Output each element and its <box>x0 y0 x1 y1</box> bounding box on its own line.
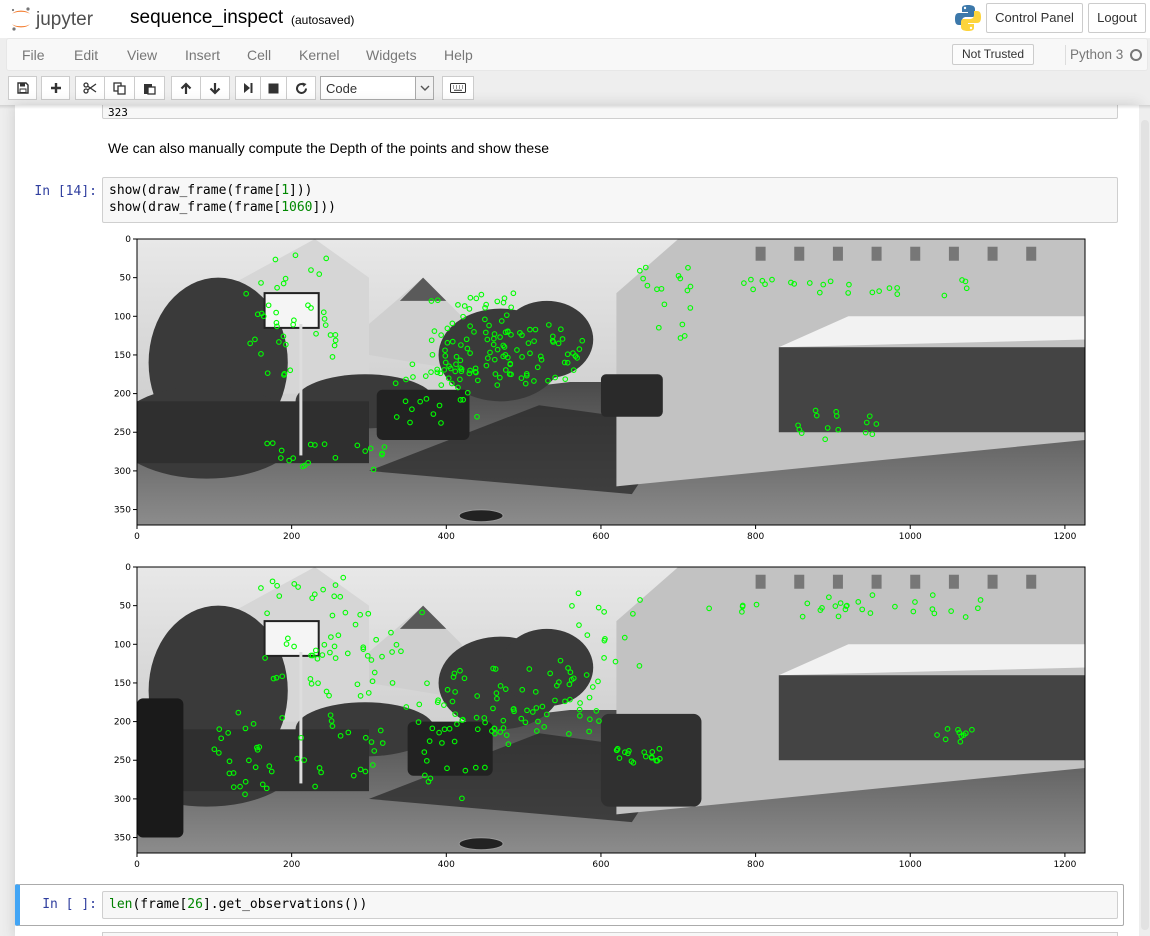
header: jupyter sequence_inspect (autosaved) Con… <box>0 0 1150 38</box>
autosave-status: (autosaved) <box>291 13 355 27</box>
control-panel-button[interactable]: Control Panel <box>986 3 1083 33</box>
x-tick-label: 600 <box>592 532 609 542</box>
cell-prompt-empty: In [ ]: <box>42 897 97 912</box>
menu-edit[interactable]: Edit <box>74 47 98 63</box>
menubar: File Edit View Insert Cell Kernel Widget… <box>6 38 1148 71</box>
kernel-separator <box>1065 45 1066 65</box>
menu-help[interactable]: Help <box>444 47 473 63</box>
x-tick-label: 200 <box>283 860 300 870</box>
insert-cell-button[interactable] <box>41 76 70 100</box>
logout-button[interactable]: Logout <box>1088 3 1146 33</box>
kernel-name: Python 3 <box>1070 47 1124 62</box>
cell-type-value: Code <box>326 81 358 96</box>
y-tick-label: 300 <box>114 467 131 477</box>
x-tick-label: 1200 <box>1053 532 1076 542</box>
menu-widgets[interactable]: Widgets <box>366 47 417 63</box>
move-up-button[interactable] <box>171 76 201 100</box>
x-tick-label: 1000 <box>899 860 922 870</box>
arrow-up-icon <box>180 81 192 94</box>
menu-insert[interactable]: Insert <box>185 47 220 63</box>
x-tick-label: 800 <box>747 860 764 870</box>
code-line: show(draw_frame(frame[1060])) <box>109 200 336 215</box>
y-tick-label: 300 <box>114 795 131 805</box>
x-tick-label: 400 <box>438 532 455 542</box>
output-image-frame-1: 0 200 400 600 800 1000 1200 0 50 100 150 200 250 300 3… <box>114 235 1086 542</box>
x-tick-label: 800 <box>747 532 764 542</box>
y-tick-label: 200 <box>114 718 131 728</box>
cell-type-select[interactable]: Code <box>320 76 434 100</box>
cut-button[interactable] <box>75 76 105 100</box>
next-cell-edge <box>102 932 1118 936</box>
keyboard-icon <box>450 83 466 93</box>
interrupt-kernel-button[interactable] <box>260 76 287 100</box>
x-tick-label: 200 <box>283 532 300 542</box>
camera-frame-image <box>137 239 1085 525</box>
y-tick-label: 350 <box>114 834 131 844</box>
y-tick-label: 200 <box>114 390 131 400</box>
code-line: len(frame[26].get_observations()) <box>109 897 368 912</box>
menu-file[interactable]: File <box>22 47 45 63</box>
copy-button[interactable] <box>104 76 135 100</box>
step-forward-icon <box>244 83 253 93</box>
header-shadow <box>0 105 1150 109</box>
camera-frame-image <box>137 567 1085 853</box>
code-cell-next-editor[interactable]: len(frame[26].get_observations()) <box>102 891 1118 919</box>
output-image-frame-1060: 0 200 400 600 800 1000 1200 0 50 100 150 200 250 300 3… <box>114 563 1086 870</box>
y-tick-label: 350 <box>114 506 131 516</box>
menu-view[interactable]: View <box>127 47 157 63</box>
y-tick-label: 0 <box>125 235 131 245</box>
x-tick-label: 0 <box>134 532 140 542</box>
menu-kernel[interactable]: Kernel <box>299 47 339 63</box>
stop-icon <box>268 83 279 93</box>
paste-button[interactable] <box>134 76 165 100</box>
y-tick-label: 150 <box>114 351 131 361</box>
markdown-cell-text[interactable]: We can also manually compute the Depth o… <box>108 140 549 156</box>
chevron-down-icon <box>415 77 433 99</box>
python-logo-icon <box>955 5 981 31</box>
save-button[interactable] <box>8 76 37 100</box>
cell-prompt-14: In [14]: <box>34 184 97 199</box>
arrow-down-icon <box>209 82 221 95</box>
y-tick-label: 100 <box>114 640 131 650</box>
plus-icon <box>50 83 61 93</box>
x-tick-label: 1200 <box>1053 860 1076 870</box>
code-cell-14-editor[interactable]: show(draw_frame(frame[1])) show(draw_fra… <box>102 177 1118 223</box>
move-down-button[interactable] <box>200 76 230 100</box>
y-tick-label: 50 <box>120 602 132 612</box>
jupyter-logo[interactable]: jupyter <box>8 5 112 33</box>
notebook-page: 323 We can also manually compute the Dep… <box>15 105 1139 936</box>
menu-cell[interactable]: Cell <box>247 47 271 63</box>
logo-text: jupyter <box>35 9 94 30</box>
y-tick-label: 250 <box>114 756 131 766</box>
save-icon <box>16 82 29 94</box>
paste-icon <box>144 83 156 95</box>
command-palette-button[interactable] <box>442 76 474 100</box>
notebook-name[interactable]: sequence_inspect <box>130 7 283 29</box>
x-tick-label: 1000 <box>899 532 922 542</box>
copy-icon <box>113 81 126 95</box>
not-trusted-button[interactable]: Not Trusted <box>952 44 1034 65</box>
y-tick-label: 150 <box>114 679 131 689</box>
toolbar: Code <box>0 71 1150 105</box>
restart-icon <box>295 82 307 94</box>
x-tick-label: 0 <box>134 860 140 870</box>
y-tick-label: 50 <box>120 274 132 284</box>
x-tick-label: 400 <box>438 860 455 870</box>
y-tick-label: 0 <box>125 563 131 573</box>
y-tick-label: 100 <box>114 312 131 322</box>
y-tick-label: 250 <box>114 428 131 438</box>
scrollbar-thumb[interactable] <box>1141 120 1149 930</box>
code-line: show(draw_frame(frame[1])) <box>109 183 313 198</box>
restart-kernel-button[interactable] <box>286 76 316 100</box>
x-tick-label: 600 <box>592 860 609 870</box>
run-cell-button[interactable] <box>235 76 261 100</box>
kernel-idle-indicator-icon <box>1130 49 1142 61</box>
cut-icon <box>83 82 97 94</box>
